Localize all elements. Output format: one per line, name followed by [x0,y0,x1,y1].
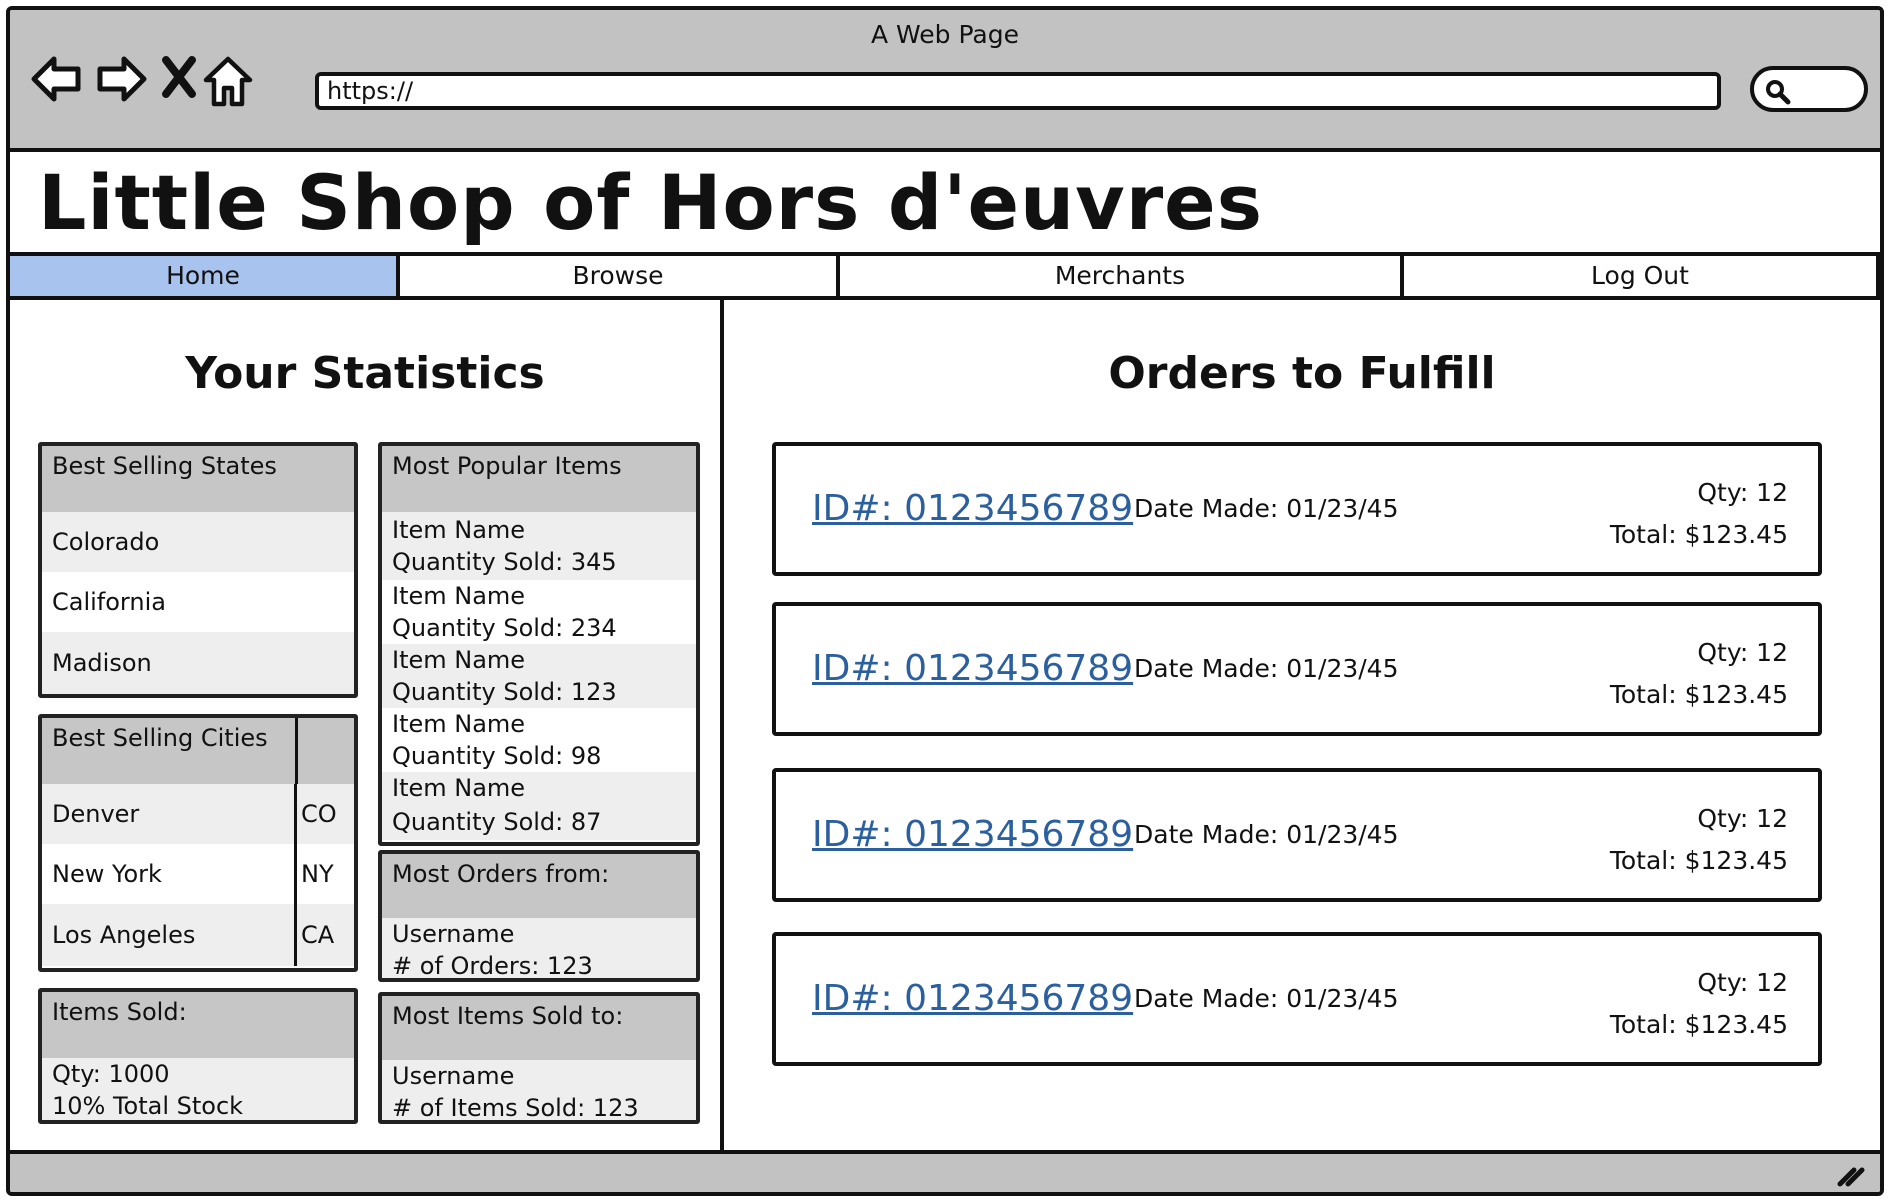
order-card: ID#: 0123456789 Date Made: 01/23/45 Qty:… [772,932,1822,1066]
order-card: ID#: 0123456789 Date Made: 01/23/45 Qty:… [772,602,1822,736]
item-name: Item Name [392,710,526,738]
card-header: Most Items Sold to: [382,996,696,1060]
state-cell: CA [294,904,354,966]
most-items-sold-card: Most Items Sold to: Username # of Items … [378,992,700,1124]
list-item: Item Name Quantity Sold: 345 [382,512,696,580]
item-name: Item Name [392,516,526,544]
most-orders-card: Most Orders from: Username # of Orders: … [378,850,700,982]
order-date: Date Made: 01/23/45 [1134,984,1399,1013]
best-selling-states-card: Best Selling States Colorado California … [38,442,358,698]
forward-arrow-icon[interactable] [94,54,148,104]
username: Username [382,1060,696,1092]
tab-browse[interactable]: Browse [400,256,840,296]
site-title: Little Shop of Hors d'euvres [38,158,1263,247]
items-sold-percent: 10% Total Stock [42,1090,354,1120]
status-bar [10,1150,1880,1192]
card-header: Best Selling Cities [42,718,354,784]
list-item: California [42,572,354,632]
order-qty: Qty: 12 [1697,804,1788,833]
order-id-link[interactable]: ID#: 0123456789 [812,488,1133,529]
card-header-label: Best Selling Cities [52,724,268,752]
order-id-link[interactable]: ID#: 0123456789 [812,814,1133,855]
panel-divider [720,300,724,1150]
state-cell: CO [294,784,354,844]
item-qty: Quantity Sold: 234 [392,614,617,642]
best-selling-cities-card: Best Selling Cities Denver CO New York N… [38,714,358,972]
order-total: Total: $123.45 [1609,680,1788,709]
order-date: Date Made: 01/23/45 [1134,820,1399,849]
item-name: Item Name [392,582,526,610]
list-item: Item Name Quantity Sold: 123 [382,644,696,708]
order-total: Total: $123.45 [1609,520,1788,549]
list-item: Item Name Quantity Sold: 98 [382,708,696,772]
table-row: New York NY [42,844,354,904]
list-item: Item Name Quantity Sold: 234 [382,580,696,644]
order-qty: Qty: 12 [1697,638,1788,667]
city-cell: New York [52,860,162,888]
table-row: Denver CO [42,784,354,844]
order-card: ID#: 0123456789 Date Made: 01/23/45 Qty:… [772,768,1822,902]
list-item: Item Name Quantity Sold: 87 [382,772,696,840]
browser-toolbar: A Web Page https:// [10,10,1880,152]
order-id-link[interactable]: ID#: 0123456789 [812,648,1133,689]
item-qty: Quantity Sold: 345 [392,548,617,576]
list-item: Madison [42,632,354,694]
back-arrow-icon[interactable] [30,54,84,104]
search-icon [1766,80,1791,105]
order-card: ID#: 0123456789 Date Made: 01/23/45 Qty:… [772,442,1822,576]
order-id-link[interactable]: ID#: 0123456789 [812,978,1133,1019]
items-sold-card: Items Sold: Qty: 1000 10% Total Stock [38,988,358,1124]
order-total: Total: $123.45 [1609,1010,1788,1039]
table-row: Los Angeles CA [42,904,354,966]
column-divider [295,718,298,784]
items-sold-count: # of Items Sold: 123 [382,1092,696,1120]
item-qty: Quantity Sold: 123 [392,678,617,706]
search-box[interactable] [1750,66,1868,112]
order-date: Date Made: 01/23/45 [1134,654,1399,683]
tab-merchants[interactable]: Merchants [840,256,1404,296]
main-nav: Home Browse Merchants Log Out [10,252,1880,300]
card-header: Most Orders from: [382,854,696,918]
item-name: Item Name [392,646,526,674]
home-icon[interactable] [202,54,254,108]
order-date: Date Made: 01/23/45 [1134,494,1399,523]
close-x-icon[interactable] [160,54,198,100]
item-qty: Quantity Sold: 87 [392,808,602,836]
statistics-title: Your Statistics [185,348,545,399]
card-header: Items Sold: [42,992,354,1058]
order-total: Total: $123.45 [1609,846,1788,875]
window-title: A Web Page [870,20,1020,49]
username: Username [382,918,696,950]
order-qty: Qty: 12 [1697,968,1788,997]
state-cell: NY [294,844,354,904]
card-header: Most Popular Items [382,446,696,512]
card-header: Best Selling States [42,446,354,512]
items-sold-qty: Qty: 1000 [42,1058,354,1090]
item-name: Item Name [392,774,526,802]
browser-window: A Web Page https:// Little Shop of Hors … [6,6,1884,1196]
item-qty: Quantity Sold: 98 [392,742,602,770]
order-qty: Qty: 12 [1697,478,1788,507]
order-count: # of Orders: 123 [382,950,696,978]
tab-home[interactable]: Home [10,256,400,296]
resize-grip-icon[interactable] [1836,1162,1866,1188]
orders-title: Orders to Fulfill [1108,348,1496,399]
city-cell: Denver [52,800,140,828]
tab-log-out[interactable]: Log Out [1404,256,1880,296]
most-popular-items-card: Most Popular Items Item Name Quantity So… [378,442,700,846]
url-input[interactable]: https:// [315,72,1721,110]
city-cell: Los Angeles [52,921,196,949]
list-item: Colorado [42,512,354,572]
